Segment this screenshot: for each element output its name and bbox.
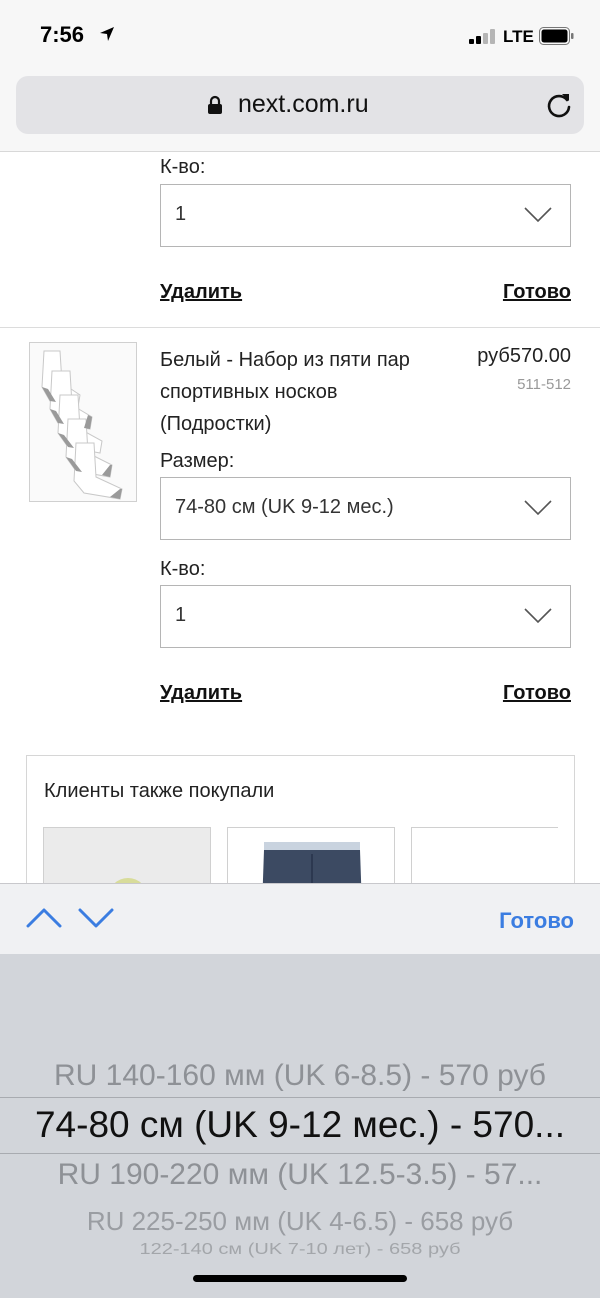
url-text: next.com.ru bbox=[238, 90, 369, 118]
qty-label: К-во: bbox=[160, 156, 206, 178]
remove-link[interactable]: Удалить bbox=[160, 281, 242, 304]
remove-link[interactable]: Удалить bbox=[160, 682, 242, 705]
qty-value: 1 bbox=[175, 203, 187, 225]
previous-field-icon[interactable] bbox=[26, 906, 62, 930]
qty-select[interactable]: 1 bbox=[160, 184, 571, 247]
signal-icon bbox=[469, 28, 499, 44]
picker-option[interactable]: RU 190-220 мм (UK 12.5-3.5) - 57... bbox=[0, 1158, 600, 1192]
picker-option-selected[interactable]: 74-80 см (UK 9-12 мес.) - 570... bbox=[0, 1104, 600, 1146]
divider bbox=[0, 327, 600, 328]
qty-select[interactable]: 1 bbox=[160, 585, 571, 648]
keyboard-accessory-bar: Готово bbox=[0, 883, 600, 954]
done-link[interactable]: Готово bbox=[503, 682, 571, 705]
status-time: 7:56 bbox=[40, 22, 85, 47]
chevron-down-icon bbox=[524, 500, 552, 516]
size-picker-wheel[interactable]: RU 140-160 мм (UK 6-8.5) - 570 руб 74-80… bbox=[0, 954, 600, 1298]
lock-icon bbox=[208, 95, 222, 114]
qty-label: К-во: bbox=[160, 558, 206, 580]
qty-value: 1 bbox=[175, 604, 187, 626]
home-indicator[interactable] bbox=[193, 1275, 407, 1282]
chevron-down-icon bbox=[524, 207, 552, 223]
done-link[interactable]: Готово bbox=[503, 281, 571, 304]
reload-icon[interactable] bbox=[545, 91, 573, 119]
keyboard-done-button[interactable]: Готово bbox=[499, 908, 574, 934]
chevron-down-icon bbox=[524, 608, 552, 624]
picker-option[interactable]: RU 140-160 мм (UK 6-8.5) - 570 руб bbox=[0, 1059, 600, 1093]
size-select[interactable]: 74-80 см (UK 9-12 мес.) bbox=[160, 477, 571, 540]
address-bar[interactable]: next.com.ru bbox=[16, 76, 584, 134]
product-code: 511-512 bbox=[517, 376, 571, 393]
product-title[interactable]: Белый - Набор из пяти пар спортивных нос… bbox=[160, 344, 450, 440]
location-arrow-icon bbox=[100, 27, 114, 41]
product-image[interactable] bbox=[29, 342, 137, 502]
status-bar: 7:56 LTE bbox=[0, 0, 600, 72]
recommendations-title: Клиенты также покупали bbox=[44, 780, 275, 802]
battery-icon bbox=[539, 27, 574, 45]
picker-option[interactable]: RU 225-250 мм (UK 4-6.5) - 658 руб bbox=[0, 1206, 600, 1237]
next-field-icon[interactable] bbox=[78, 906, 114, 930]
browser-toolbar: next.com.ru bbox=[0, 72, 600, 152]
network-type: LTE bbox=[503, 27, 534, 46]
socks-image bbox=[41, 350, 123, 500]
size-label: Размер: bbox=[160, 450, 235, 472]
picker-option[interactable]: 122-140 см (UK 7-10 лет) - 658 руб bbox=[0, 1240, 600, 1258]
size-value: 74-80 см (UK 9-12 мес.) bbox=[175, 496, 394, 518]
product-price: руб570.00 bbox=[477, 345, 571, 367]
